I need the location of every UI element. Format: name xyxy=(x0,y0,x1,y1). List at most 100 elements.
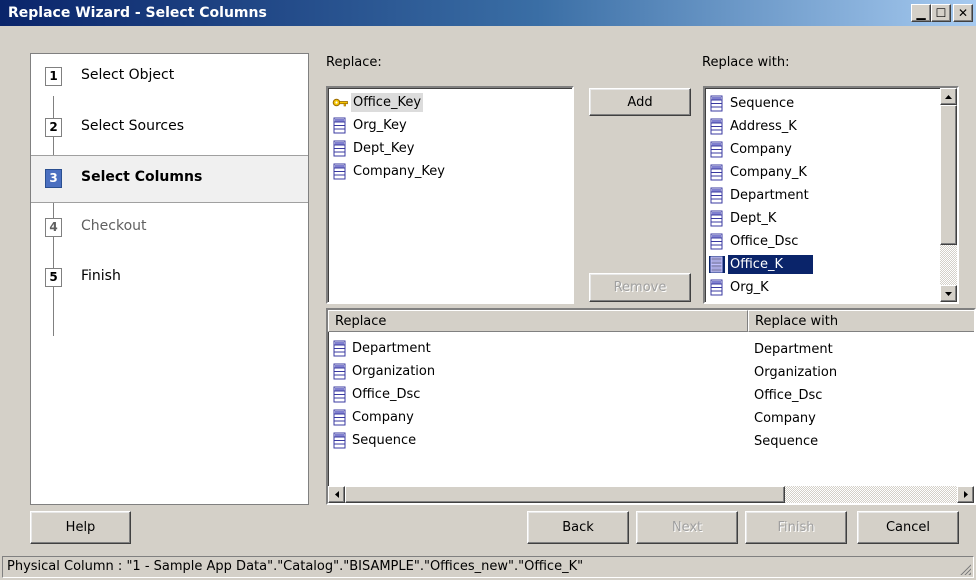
minimize-icon: ▁ xyxy=(916,6,926,20)
column-header-replace[interactable]: Replace xyxy=(328,310,748,332)
scroll-thumb[interactable] xyxy=(940,105,957,245)
column-header-replace-with[interactable]: Replace with xyxy=(748,310,974,332)
list-item-label: Dept_Key xyxy=(353,141,415,156)
arrow-down-icon xyxy=(945,291,952,296)
column-icon xyxy=(333,432,346,449)
list-item[interactable]: Company_K xyxy=(705,161,957,184)
maximize-button[interactable]: ☐ xyxy=(931,4,951,22)
list-item[interactable]: Office_Key xyxy=(328,91,572,114)
list-item[interactable]: Sequence xyxy=(705,92,957,115)
horizontal-scrollbar[interactable] xyxy=(328,486,974,503)
minimize-button[interactable]: ▁ xyxy=(911,4,931,22)
list-item[interactable]: Company xyxy=(705,138,957,161)
title-bar: Replace Wizard - Select Columns ▁ ☐ ✕ xyxy=(0,0,976,26)
grid-header: Replace Replace with xyxy=(328,310,974,332)
list-item[interactable]: Office_Dsc xyxy=(705,230,957,253)
cell-replace-with: Department xyxy=(754,342,833,357)
step-label: Finish xyxy=(81,268,121,284)
finish-button[interactable]: Finish xyxy=(745,511,847,544)
wizard-steps-panel: 1 Select Object 2 Select Sources 3 Selec… xyxy=(30,53,309,505)
cell-replace: Sequence xyxy=(352,433,417,448)
list-item[interactable]: Department xyxy=(705,184,957,207)
back-button[interactable]: Back xyxy=(527,511,629,544)
step-select-columns[interactable]: 3 Select Columns xyxy=(31,155,308,203)
cell-replace: Company xyxy=(352,410,414,425)
add-button[interactable]: Add xyxy=(589,88,691,116)
arrow-up-icon xyxy=(945,94,952,99)
scroll-down-button[interactable] xyxy=(940,285,957,302)
step-select-sources[interactable]: 2 Select Sources xyxy=(31,105,308,151)
cell-replace-with: Company xyxy=(754,411,816,426)
step-label: Select Sources xyxy=(81,118,185,134)
step-number: 3 xyxy=(45,169,62,188)
step-number: 4 xyxy=(45,218,62,237)
mapping-grid[interactable]: Replace Replace with Department Departme… xyxy=(326,308,976,505)
table-row[interactable]: Department Department xyxy=(328,337,974,360)
column-icon xyxy=(710,233,723,250)
window-title: Replace Wizard - Select Columns xyxy=(8,5,267,21)
list-item-label: Address_K xyxy=(730,119,797,134)
step-number: 5 xyxy=(45,268,62,287)
replace-with-list[interactable]: Sequence Address_K Company Company_K Dep… xyxy=(703,86,959,304)
resize-grip-icon[interactable] xyxy=(959,563,971,575)
replace-with-label: Replace with: xyxy=(702,55,790,70)
list-item[interactable]: Org_Key xyxy=(328,114,572,137)
list-item-label: Office_K xyxy=(728,255,813,274)
step-label: Checkout xyxy=(81,218,147,234)
list-item[interactable]: Dept_K xyxy=(705,207,957,230)
list-item-label: Department xyxy=(730,188,809,203)
list-item[interactable]: Address_K xyxy=(705,115,957,138)
step-select-object[interactable]: 1 Select Object xyxy=(31,54,308,100)
list-item-label: Company xyxy=(730,142,792,157)
column-icon xyxy=(333,340,346,357)
list-item-label: Office_Key xyxy=(351,93,424,112)
step-label: Select Columns xyxy=(81,169,203,185)
list-item-selected[interactable]: Office_K xyxy=(705,253,957,276)
column-icon xyxy=(333,140,346,157)
column-icon xyxy=(710,187,723,204)
cell-replace-with: Office_Dsc xyxy=(754,388,823,403)
list-item-label: Sequence xyxy=(730,96,795,111)
close-button[interactable]: ✕ xyxy=(953,4,973,22)
table-row[interactable]: Sequence Sequence xyxy=(328,429,974,452)
close-icon: ✕ xyxy=(957,6,969,20)
column-icon xyxy=(710,141,723,158)
remove-button[interactable]: Remove xyxy=(589,273,691,302)
scroll-left-button[interactable] xyxy=(328,486,345,503)
table-row[interactable]: Company Company xyxy=(328,406,974,429)
column-icon xyxy=(709,256,725,273)
scroll-up-button[interactable] xyxy=(940,88,957,105)
status-bar: Physical Column : "1 - Sample App Data".… xyxy=(2,556,974,578)
column-icon xyxy=(333,163,346,180)
step-finish[interactable]: 5 Finish xyxy=(31,255,308,301)
next-button[interactable]: Next xyxy=(636,511,738,544)
column-icon xyxy=(710,210,723,227)
list-item[interactable]: Company_Key xyxy=(328,160,572,183)
column-icon xyxy=(710,164,723,181)
cell-replace: Office_Dsc xyxy=(352,387,421,402)
step-label: Select Object xyxy=(81,67,175,83)
list-item-label: Dept_K xyxy=(730,211,777,226)
cancel-button[interactable]: Cancel xyxy=(857,511,959,544)
vertical-scrollbar[interactable] xyxy=(940,88,957,302)
list-item-label: Office_Dsc xyxy=(730,234,799,249)
cell-replace-with: Sequence xyxy=(754,434,819,449)
maximize-icon: ☐ xyxy=(935,6,947,20)
step-number: 1 xyxy=(45,67,62,86)
scroll-right-button[interactable] xyxy=(957,486,974,503)
column-icon xyxy=(333,409,346,426)
scroll-thumb[interactable] xyxy=(345,486,785,503)
replace-label: Replace: xyxy=(326,55,382,70)
replace-list[interactable]: Office_Key Org_Key Dept_Key Company_Key xyxy=(326,86,574,304)
table-row[interactable]: Office_Dsc Office_Dsc xyxy=(328,383,974,406)
list-item[interactable]: Dept_Key xyxy=(328,137,572,160)
list-item[interactable]: Org_K xyxy=(705,276,957,299)
table-row[interactable]: Organization Organization xyxy=(328,360,974,383)
arrow-left-icon xyxy=(334,491,339,498)
list-item-label: Company_Key xyxy=(353,164,445,179)
step-number: 2 xyxy=(45,118,62,137)
column-icon xyxy=(333,117,346,134)
arrow-right-icon xyxy=(963,491,968,498)
help-button[interactable]: Help xyxy=(30,511,131,544)
list-item-label: Org_Key xyxy=(353,118,407,133)
